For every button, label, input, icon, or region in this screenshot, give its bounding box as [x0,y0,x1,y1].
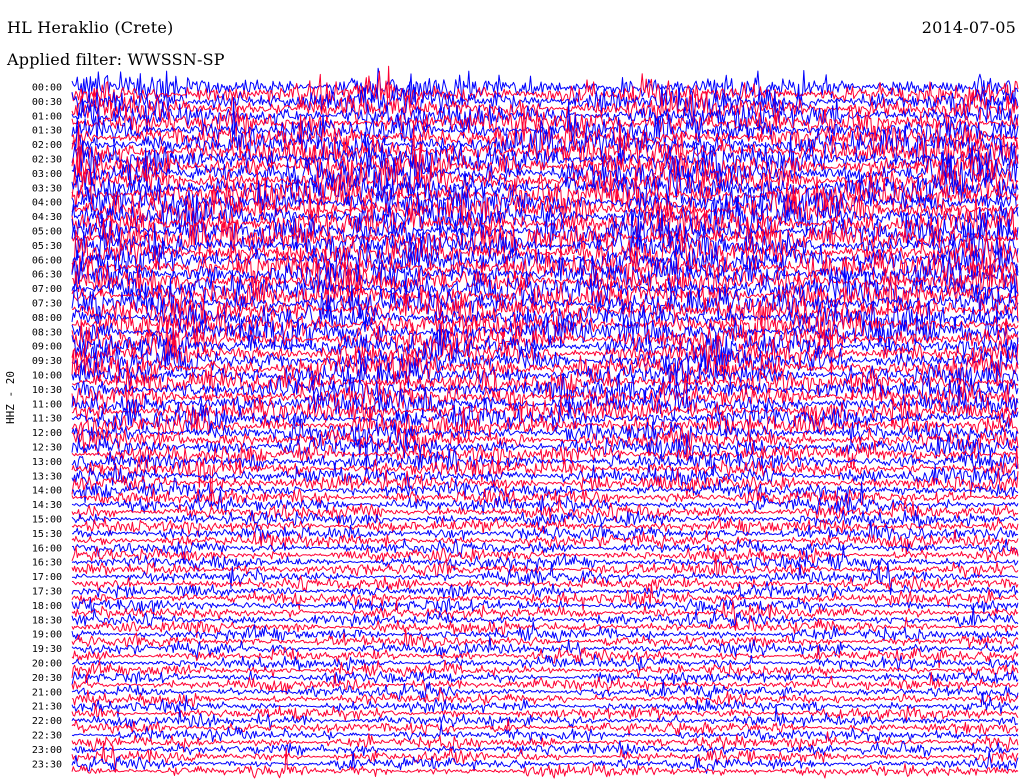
time-tick-label: 12:00 [32,428,62,439]
time-tick-label: 20:00 [32,659,62,670]
trace-line [71,740,1019,759]
time-tick-label: 00:30 [32,97,62,108]
time-tick-label: 14:30 [32,500,62,511]
time-tick-label: 03:30 [32,183,62,194]
trace-line [71,440,1019,476]
time-tick-label: 12:30 [32,443,62,454]
trace-line [71,723,1019,744]
time-tick-label: 22:30 [32,731,62,742]
time-tick-label: 22:00 [32,716,62,727]
time-tick-label: 00:00 [32,83,62,94]
time-tick-label: 21:30 [32,702,62,713]
time-tick-label: 06:00 [32,255,62,266]
time-tick-label: 14:00 [32,486,62,497]
time-tick-label: 06:30 [32,270,62,281]
seismogram-plot: 00:00 00:30 01:00 01:30 02:00 02:30 03:00 03:30… [32,65,1019,779]
trace-line [71,81,1019,120]
trace-line [71,67,1019,111]
trace-line [71,659,1019,679]
time-tick-label: 20:30 [32,673,62,684]
time-tick-label: 11:30 [32,414,62,425]
time-tick-label: 17:30 [32,587,62,598]
time-tick-label: 05:30 [32,241,62,252]
time-tick-label: 09:00 [32,342,62,353]
time-tick-label: 13:30 [32,471,62,482]
trace-line [71,90,1019,139]
time-tick-label: 03:00 [32,169,62,180]
time-tick-label: 13:00 [32,457,62,468]
time-tick-label: 16:30 [32,558,62,569]
time-tick-label: 11:00 [32,399,62,410]
time-tick-label: 04:00 [32,198,62,209]
trace-line [71,301,1019,385]
time-tick-label: 23:00 [32,745,62,756]
time-tick-label: 16:00 [32,543,62,554]
time-tick-label: 19:00 [32,630,62,641]
time-tick-label: 18:30 [32,615,62,626]
time-tick-label: 01:30 [32,126,62,137]
time-tick-label: 01:00 [32,111,62,122]
time-tick-label: 04:30 [32,212,62,223]
time-tick-label: 05:00 [32,227,62,238]
time-tick-label: 02:00 [32,140,62,151]
time-tick-label: 18:00 [32,601,62,612]
trace-line [71,747,1019,779]
time-tick-label: 08:00 [32,313,62,324]
time-tick-label: 15:30 [32,529,62,540]
time-tick-labels: 00:00 00:30 01:00 01:30 02:00 02:30 03:00 03:30… [32,83,62,771]
time-tick-label: 10:30 [32,385,62,396]
time-tick-label: 10:00 [32,371,62,382]
time-tick-label: 19:30 [32,644,62,655]
time-tick-label: 09:30 [32,356,62,367]
time-tick-label: 15:00 [32,515,62,526]
time-tick-label: 17:00 [32,572,62,583]
trace-line [71,70,1019,112]
time-tick-label: 21:00 [32,687,62,698]
time-tick-label: 07:30 [32,299,62,310]
trace-line [71,705,1019,731]
trace-group [71,65,1019,779]
time-tick-label: 02:30 [32,155,62,166]
time-tick-label: 23:30 [32,759,62,770]
time-tick-label: 07:00 [32,284,62,295]
trace-line [71,692,1019,718]
time-tick-label: 08:30 [32,327,62,338]
